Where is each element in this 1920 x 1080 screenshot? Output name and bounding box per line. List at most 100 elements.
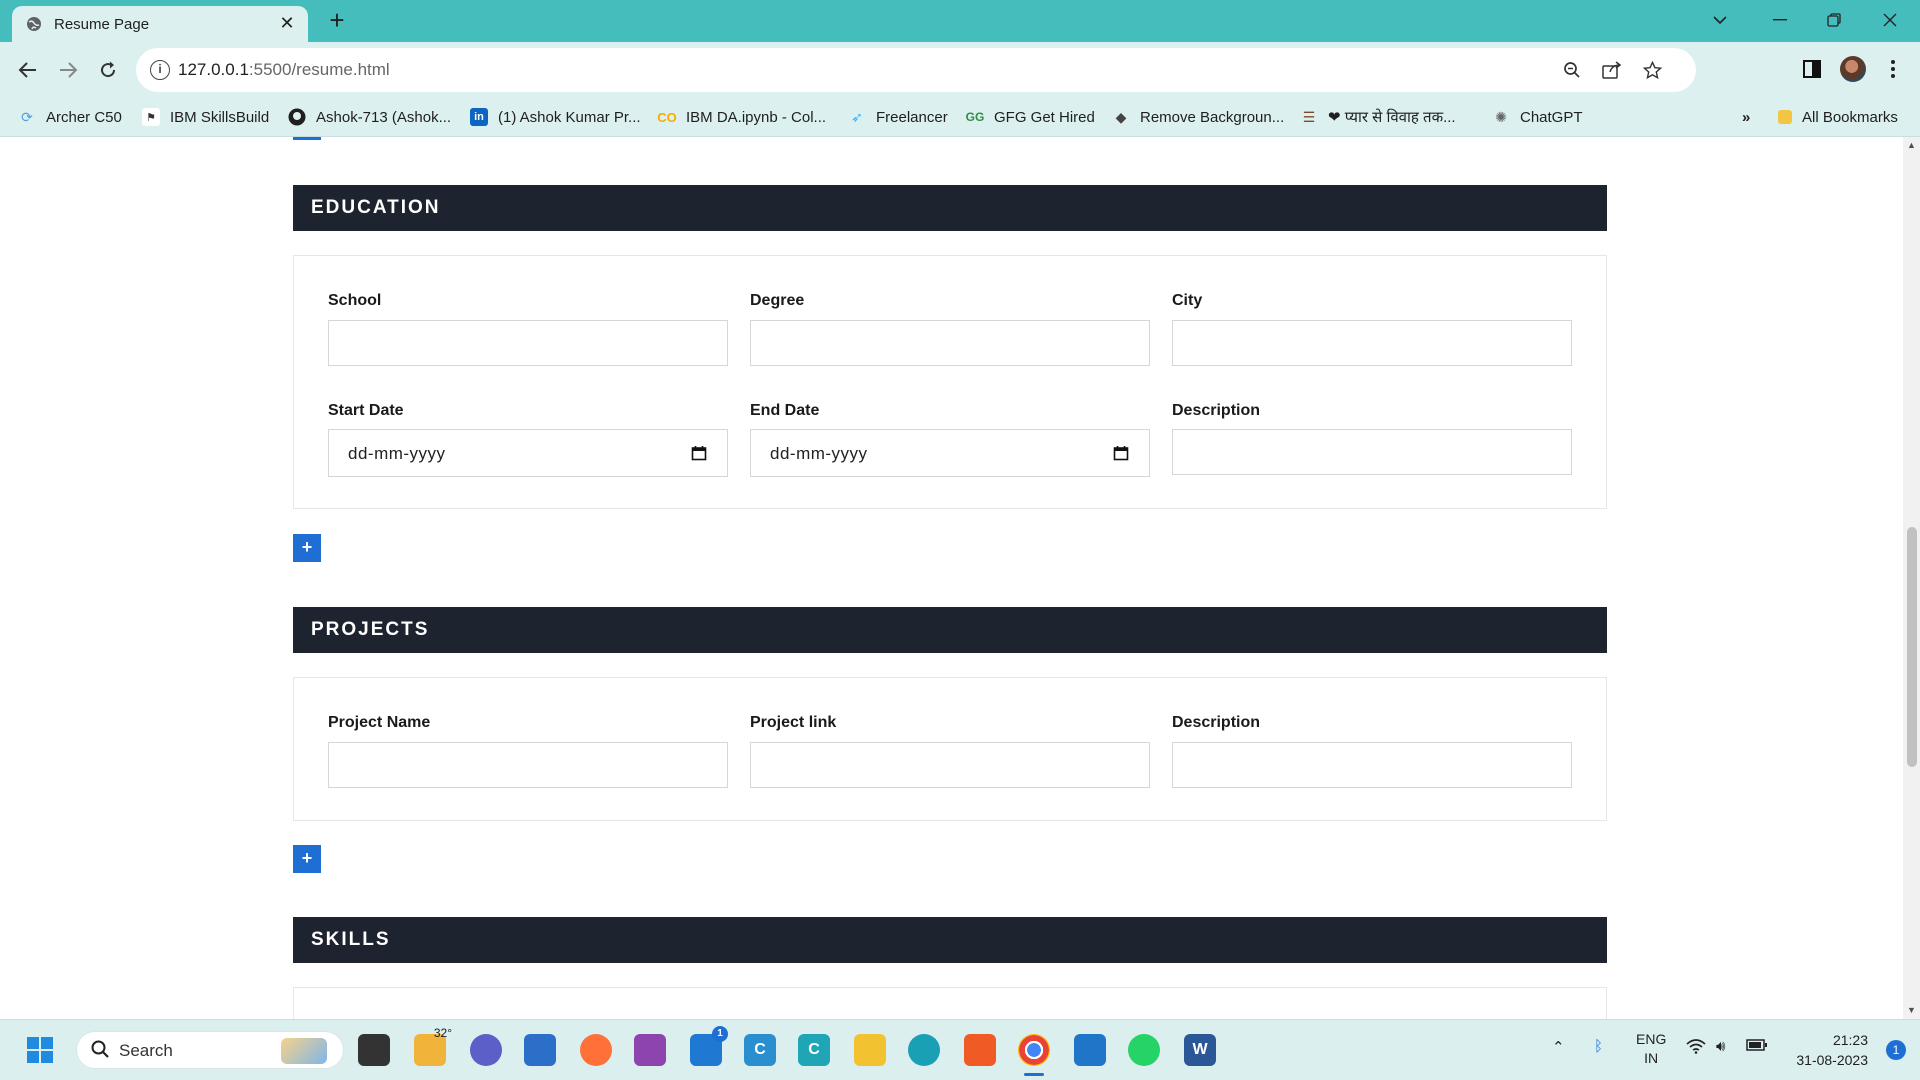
- bookmark-book[interactable]: ☰ ❤ प्यार से विवाह तक...: [1300, 105, 1456, 129]
- canva-icon[interactable]: C: [744, 1034, 776, 1066]
- bookmarks-bar: ⟳ Archer C50 ⚑ IBM SkillsBuild Ashok-713 (…: [0, 97, 1920, 137]
- bookmark-label: IBM DA.ipynb - Col...: [686, 108, 827, 126]
- bookmark-freelancer[interactable]: ➶ Freelancer: [848, 105, 948, 129]
- start-windows-icon[interactable]: [24, 1034, 56, 1066]
- bookmark-archer[interactable]: ⟳ Archer C50: [18, 105, 122, 129]
- bookmark-label: ChatGPT: [1520, 108, 1583, 126]
- end-date-input[interactable]: dd-mm-yyyy: [750, 429, 1150, 477]
- start-date-input[interactable]: dd-mm-yyyy: [328, 429, 728, 477]
- profile-avatar[interactable]: [1838, 54, 1868, 84]
- url-host: 127.0.0.1: [178, 60, 249, 79]
- bookmark-removebg[interactable]: ◆ Remove Backgroun...: [1112, 105, 1285, 129]
- chrome-icon[interactable]: [1018, 1034, 1050, 1066]
- minimize-button[interactable]: [1752, 0, 1808, 40]
- project-name-input[interactable]: [328, 742, 728, 788]
- add-project-button[interactable]: +: [293, 845, 321, 873]
- forward-button[interactable]: [52, 54, 84, 86]
- close-window-button[interactable]: [1862, 0, 1918, 40]
- linkedin-icon: in: [470, 108, 488, 126]
- skills-card: [293, 987, 1607, 1019]
- edge-icon[interactable]: [908, 1034, 940, 1066]
- whatsapp-icon[interactable]: [1128, 1034, 1160, 1066]
- mail-icon[interactable]: 1: [690, 1026, 728, 1066]
- gfg-icon: GG: [965, 110, 985, 124]
- bookmark-label: Archer C50: [46, 108, 122, 126]
- bookmark-linkedin[interactable]: in (1) Ashok Kumar Pr...: [470, 105, 641, 129]
- page-viewport: EDUCATION School Degree City Start Date …: [0, 137, 1920, 1019]
- project-link-input[interactable]: [750, 742, 1150, 788]
- date-placeholder: dd-mm-yyyy: [770, 444, 868, 463]
- canva-alt-icon[interactable]: C: [798, 1034, 830, 1066]
- degree-input[interactable]: [750, 320, 1150, 366]
- city-input[interactable]: [1172, 320, 1572, 366]
- bookmark-colab[interactable]: CO IBM DA.ipynb - Col...: [657, 105, 827, 129]
- add-education-button[interactable]: +: [293, 534, 321, 562]
- bookmark-label: ❤ प्यार से विवाह तक...: [1328, 109, 1456, 126]
- bookmark-chatgpt[interactable]: ✺ ChatGPT: [1492, 105, 1583, 129]
- firefox-icon[interactable]: [580, 1034, 612, 1066]
- search-icon: [91, 1040, 109, 1058]
- show-hidden-icons-chevron-up-icon[interactable]: ⌃: [1552, 1038, 1565, 1056]
- back-button[interactable]: [12, 54, 44, 86]
- project-name-label: Project Name: [328, 714, 431, 731]
- scroll-up-arrow-icon[interactable]: ▲: [1903, 137, 1920, 154]
- volume-icon[interactable]: 🔊︎: [1716, 1038, 1725, 1055]
- browser-tab-active[interactable]: Resume Page ✕: [12, 6, 308, 42]
- reload-button[interactable]: [92, 54, 124, 86]
- bookmark-github[interactable]: Ashok-713 (Ashok...: [288, 105, 451, 129]
- language-indicator[interactable]: ENG IN: [1636, 1030, 1666, 1068]
- vscode-icon[interactable]: [1074, 1034, 1106, 1066]
- avatar: [1840, 56, 1866, 82]
- calendar-icon[interactable]: [691, 445, 707, 461]
- restore-button[interactable]: [1806, 0, 1862, 40]
- bookmark-star-icon[interactable]: [1640, 58, 1664, 82]
- task-view-icon[interactable]: [358, 1034, 390, 1066]
- clipchamp-icon[interactable]: [634, 1034, 666, 1066]
- system-clock[interactable]: 21:23 31-08-2023: [1796, 1030, 1868, 1070]
- bookmark-ibm-skillsbuild[interactable]: ⚑ IBM SkillsBuild: [142, 105, 269, 129]
- notification-badge[interactable]: 1: [1886, 1040, 1906, 1060]
- menu-kebab-icon[interactable]: [1878, 54, 1908, 84]
- more-bookmarks-button[interactable]: »: [1742, 105, 1750, 129]
- add-button-partial[interactable]: [293, 137, 321, 140]
- zoom-icon[interactable]: [1560, 58, 1584, 82]
- tab-search-chevron-down-icon[interactable]: [1692, 0, 1748, 40]
- start-date-label: Start Date: [328, 402, 404, 419]
- bluetooth-icon[interactable]: ᛒ: [1594, 1038, 1603, 1055]
- microsoft-store-icon[interactable]: [524, 1034, 556, 1066]
- page-scrollbar[interactable]: ▲ ▼: [1903, 137, 1920, 1019]
- education-description-input[interactable]: [1172, 429, 1572, 475]
- teams-chat-icon[interactable]: [470, 1034, 502, 1066]
- share-icon[interactable]: [1600, 58, 1624, 82]
- site-info-icon[interactable]: i: [150, 60, 170, 80]
- search-highlight-icon: [281, 1038, 327, 1064]
- education-description-label: Description: [1172, 402, 1261, 419]
- school-input[interactable]: [328, 320, 728, 366]
- project-description-input[interactable]: [1172, 742, 1572, 788]
- scroll-down-arrow-icon[interactable]: ▼: [1903, 1002, 1920, 1019]
- address-bar[interactable]: i 127.0.0.1:5500/resume.html: [136, 48, 1696, 92]
- book-icon: ☰: [1302, 108, 1316, 125]
- all-bookmarks-button[interactable]: All Bookmarks: [1778, 105, 1898, 129]
- battery-icon[interactable]: [1746, 1038, 1768, 1056]
- lang-line1: ENG: [1636, 1031, 1667, 1047]
- side-panel-icon[interactable]: [1797, 54, 1827, 84]
- brave-icon[interactable]: [964, 1034, 996, 1066]
- address-url[interactable]: 127.0.0.1:5500/resume.html: [178, 60, 390, 80]
- scroll-thumb[interactable]: [1907, 527, 1917, 767]
- wifi-icon[interactable]: [1686, 1038, 1706, 1058]
- bookmark-gfg[interactable]: GG GFG Get Hired: [966, 105, 1095, 129]
- new-tab-button[interactable]: +: [322, 6, 352, 36]
- weather-temp: 32°: [433, 1026, 452, 1040]
- school-label: School: [328, 292, 382, 309]
- weather-widget-icon[interactable]: 32°: [414, 1026, 452, 1066]
- taskbar-search[interactable]: Search: [76, 1031, 344, 1069]
- file-explorer-icon[interactable]: [854, 1034, 886, 1066]
- bookmark-label: (1) Ashok Kumar Pr...: [498, 108, 641, 126]
- calendar-icon[interactable]: [1113, 445, 1129, 461]
- chrome-active-indicator: [1024, 1073, 1044, 1076]
- word-icon[interactable]: W: [1184, 1034, 1216, 1066]
- all-bookmarks-label: All Bookmarks: [1802, 108, 1898, 126]
- projects-card: Project Name Project link Description: [293, 677, 1607, 821]
- tab-close-icon[interactable]: ✕: [276, 12, 298, 34]
